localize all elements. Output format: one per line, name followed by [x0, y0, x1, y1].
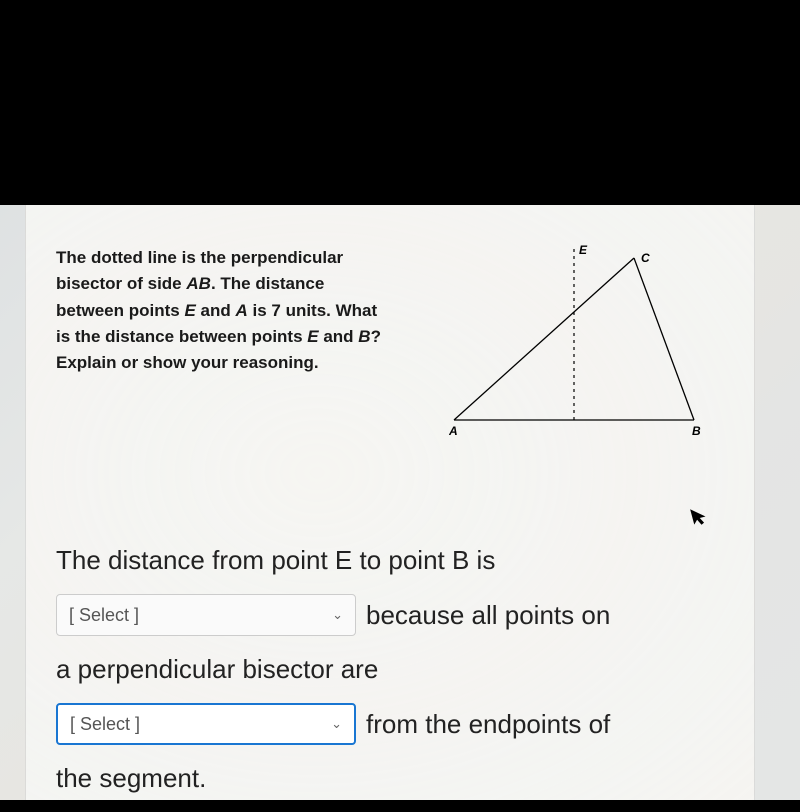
- answer-area: The distance from point E to point B is …: [56, 545, 726, 812]
- point-a: A: [235, 301, 247, 320]
- chevron-down-icon: ⌄: [331, 716, 342, 732]
- answer-from: from the endpoints of: [366, 709, 610, 740]
- answer-because: because all points on: [366, 600, 610, 631]
- label-b: B: [692, 424, 701, 438]
- page-background: The dotted line is the perpendicular bis…: [0, 205, 800, 800]
- side-ab: AB: [186, 274, 211, 293]
- triangle-svg: A B C E: [449, 240, 709, 445]
- and-1: and: [196, 301, 236, 320]
- answer-lead: The distance from point E to point B is: [56, 545, 495, 576]
- point-b: B: [358, 327, 370, 346]
- label-e: E: [579, 243, 588, 257]
- select-distance[interactable]: [ Select ] ⌄: [56, 594, 356, 636]
- select-placeholder-1: [ Select ]: [69, 605, 139, 626]
- triangle-figure: A B C E: [449, 240, 709, 445]
- select-placeholder-2: [ Select ]: [70, 714, 140, 735]
- chevron-down-icon: ⌄: [332, 607, 343, 623]
- point-e-1: E: [184, 301, 195, 320]
- answer-seg: the segment.: [56, 763, 206, 794]
- content-card: The dotted line is the perpendicular bis…: [25, 205, 755, 800]
- and-2: and: [319, 327, 359, 346]
- point-e-2: E: [307, 327, 318, 346]
- label-c: C: [641, 251, 650, 265]
- cursor-icon: [688, 503, 713, 535]
- select-reason[interactable]: [ Select ] ⌄: [56, 703, 356, 745]
- label-a: A: [449, 424, 458, 438]
- question-prompt: The dotted line is the perpendicular bis…: [56, 245, 396, 377]
- answer-perp: a perpendicular bisector are: [56, 654, 378, 685]
